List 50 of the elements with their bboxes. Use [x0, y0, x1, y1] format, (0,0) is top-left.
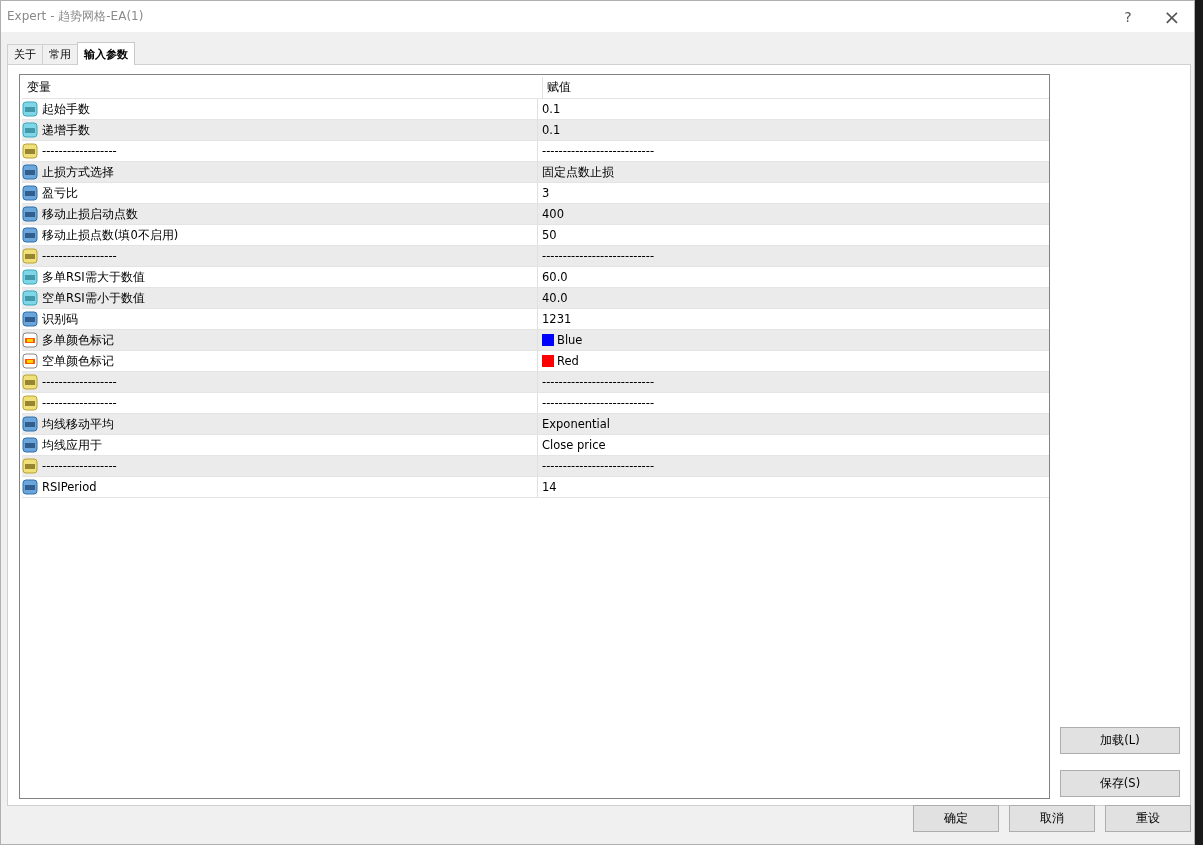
parameter-name: 移动止损启动点数: [42, 206, 138, 222]
parameter-name: 移动止损点数(填0不启用): [42, 227, 179, 243]
parameter-value[interactable]: 1231: [542, 312, 572, 326]
parameter-value[interactable]: Close price: [542, 438, 606, 452]
parameter-value[interactable]: 60.0: [542, 270, 568, 284]
dialog-button[interactable]: 保存(S): [1060, 770, 1180, 797]
parameter-name: 识别码: [42, 311, 78, 327]
parameter-value[interactable]: 固定点数止损: [542, 164, 614, 180]
parameter-value[interactable]: Blue: [557, 333, 583, 347]
help-button[interactable]: ?: [1106, 1, 1150, 32]
parameter-name: 均线移动平均: [42, 416, 114, 432]
window-title: Expert - 趋势网格-EA(1): [7, 8, 144, 25]
dialog-button[interactable]: 加载(L): [1060, 727, 1180, 754]
parameter-value[interactable]: Exponential: [542, 417, 610, 431]
parameter-name: 递增手数: [42, 122, 90, 138]
parameter-value[interactable]: 400: [542, 207, 564, 221]
parameter-value[interactable]: ---------------------------: [542, 249, 655, 263]
dialog-button[interactable]: 确定: [913, 805, 999, 832]
parameter-name: 止损方式选择: [42, 164, 114, 180]
parameter-name: ------------------: [42, 249, 117, 263]
tab[interactable]: 关于: [7, 44, 43, 64]
parameter-value[interactable]: 14: [542, 480, 557, 494]
parameter-value[interactable]: 40.0: [542, 291, 568, 305]
tab[interactable]: 输入参数: [77, 42, 135, 65]
parameter-value[interactable]: ---------------------------: [542, 144, 655, 158]
parameter-value[interactable]: ---------------------------: [542, 375, 655, 389]
column-header: 变量: [22, 77, 543, 98]
parameter-value[interactable]: Red: [557, 354, 579, 368]
parameter-value[interactable]: 50: [542, 228, 557, 242]
parameter-name: 盈亏比: [42, 185, 78, 201]
parameter-value[interactable]: 0.1: [542, 102, 561, 116]
column-header: 赋值: [546, 79, 572, 96]
parameter-name: 空单RSI需小于数值: [42, 290, 145, 306]
parameter-name: 起始手数: [42, 101, 90, 117]
parameter-name: RSIPeriod: [42, 480, 97, 494]
dialog-button[interactable]: 取消: [1009, 805, 1095, 832]
parameter-name: ------------------: [42, 459, 117, 473]
parameter-name: 均线应用于: [42, 437, 102, 453]
parameter-name: 空单颜色标记: [42, 353, 114, 369]
parameter-value[interactable]: 0.1: [542, 123, 561, 137]
parameter-value[interactable]: 3: [542, 186, 550, 200]
parameter-name: 多单RSI需大于数值: [42, 269, 145, 285]
parameter-value[interactable]: ---------------------------: [542, 459, 655, 473]
parameter-name: ------------------: [42, 375, 117, 389]
dialog-button[interactable]: 重设: [1105, 805, 1191, 832]
close-button[interactable]: ×: [1150, 1, 1194, 32]
parameter-value[interactable]: ---------------------------: [542, 396, 655, 410]
parameter-name: 多单颜色标记: [42, 332, 114, 348]
parameter-name: ------------------: [42, 396, 117, 410]
parameter-name: ------------------: [42, 144, 117, 158]
